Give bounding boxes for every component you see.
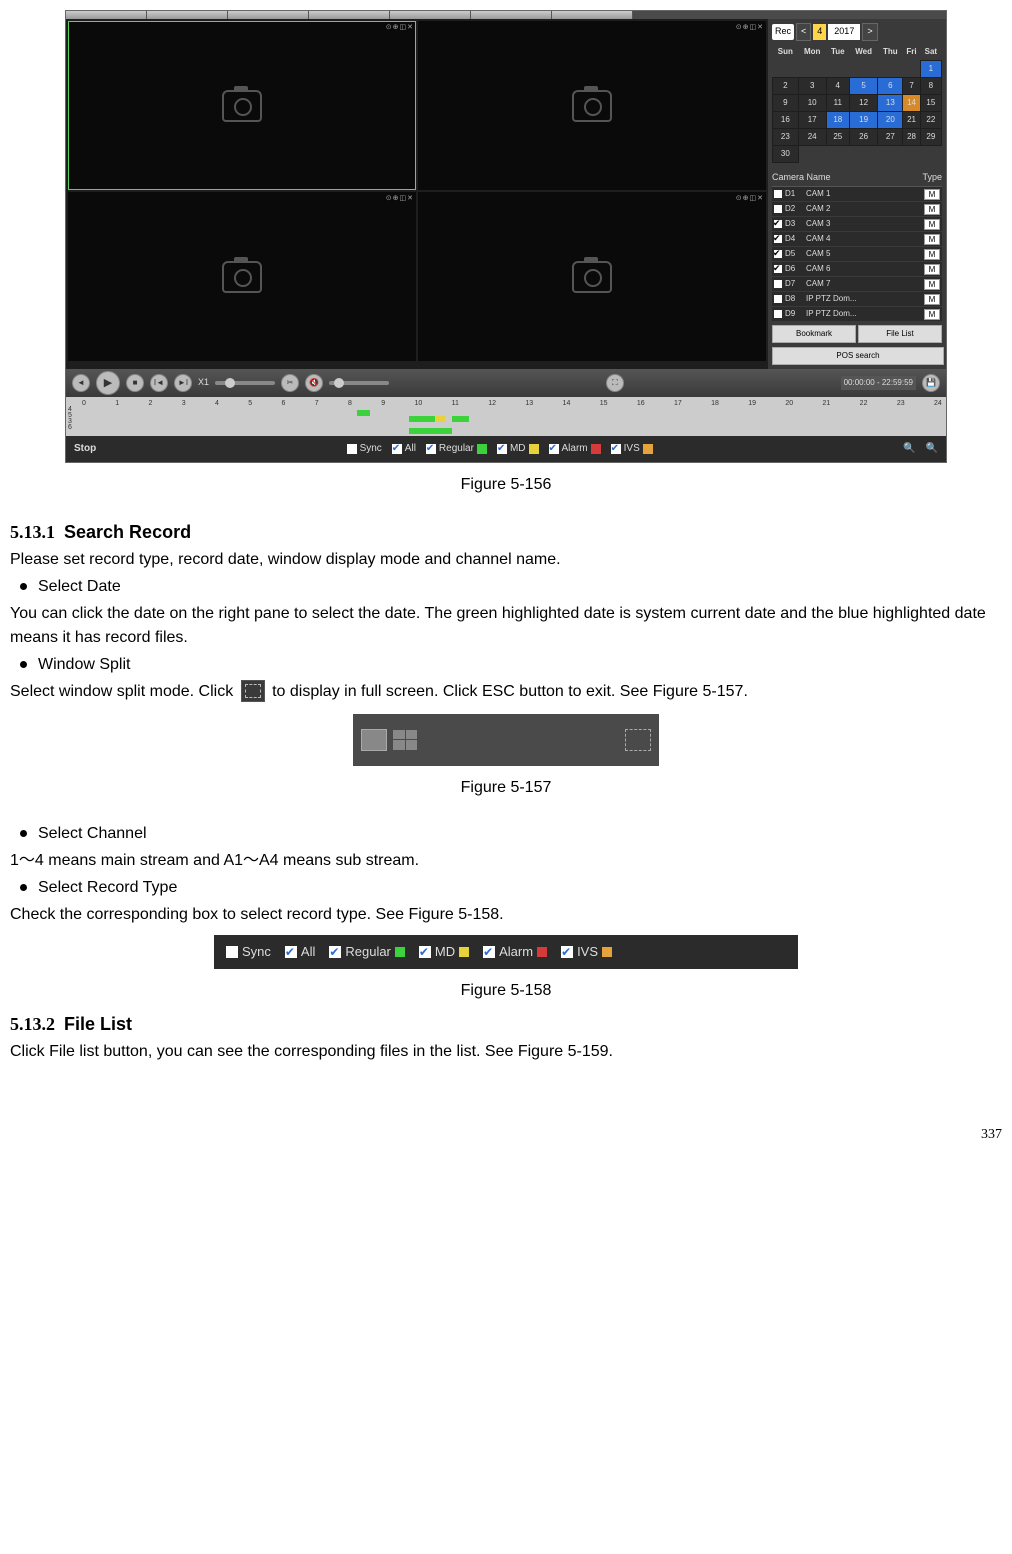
ivs-check[interactable]: IVS: [611, 441, 653, 456]
figure-caption-158: Figure 5-158: [10, 979, 1002, 1003]
step-fwd-button[interactable]: ►I: [174, 374, 192, 392]
speed-label: X1: [198, 376, 209, 390]
calendar[interactable]: SunMonTueWedThuFriSat 123456789101112131…: [772, 44, 942, 163]
camera-row[interactable]: D2CAM 2M: [772, 202, 942, 216]
section-text: 1～4 means main stream and A1～A4 means su…: [10, 849, 1002, 873]
mute-button[interactable]: 🔇: [305, 374, 323, 392]
bullet-window-split: Window Split: [10, 653, 1002, 677]
all-check[interactable]: All: [392, 441, 416, 456]
stop-button[interactable]: ■: [126, 374, 144, 392]
md-check[interactable]: MD: [419, 942, 469, 962]
sync-check[interactable]: Sync: [226, 942, 271, 962]
section-text: Check the corresponding box to select re…: [10, 903, 1002, 927]
fullscreen-button[interactable]: ⛶: [606, 374, 624, 392]
zoom-out-icon[interactable]: 🔍: [926, 441, 938, 456]
fullscreen-icon: [241, 680, 265, 702]
next-month-button[interactable]: >: [862, 23, 877, 41]
pos-search-button[interactable]: POS search: [772, 347, 944, 365]
month-field[interactable]: 4: [813, 24, 826, 40]
top-tabs: [66, 11, 946, 19]
video-pane-2[interactable]: ⊙⊕◫✕: [418, 21, 766, 190]
alarm-check[interactable]: Alarm: [549, 441, 601, 456]
prev-month-button[interactable]: <: [796, 23, 811, 41]
alarm-check[interactable]: Alarm: [483, 942, 547, 962]
camera-icon: [572, 90, 612, 122]
regular-check[interactable]: Regular: [329, 942, 405, 962]
section-text: Click File list button, you can see the …: [10, 1040, 1002, 1064]
speed-slider[interactable]: [215, 381, 275, 385]
footer-bar: Stop Sync All Regular MD Alarm IVS 🔍 🔍: [66, 436, 946, 462]
section-5-13-2-heading: 5.13.2 File List: [10, 1011, 1002, 1038]
md-check[interactable]: MD: [497, 441, 539, 456]
single-view-icon[interactable]: [361, 729, 387, 751]
camera-row[interactable]: D7CAM 7M: [772, 277, 942, 291]
timeline[interactable]: 0123456789101112131415161718192021222324…: [66, 397, 946, 436]
page-number: 337: [10, 1124, 1002, 1145]
right-side-panel: Rec < 4 2017 > SunMonTueWedThuFriSat 123…: [768, 19, 946, 369]
camera-type-header: Type: [922, 171, 942, 185]
file-list-button[interactable]: File List: [858, 325, 942, 343]
camera-icon: [222, 261, 262, 293]
camera-row[interactable]: D8IP PTZ Dom...M: [772, 292, 942, 306]
section-text: You can click the date on the right pane…: [10, 602, 1002, 650]
sync-check[interactable]: Sync: [347, 441, 382, 456]
section-5-13-1-heading: 5.13.1 Search Record: [10, 519, 1002, 546]
camera-row[interactable]: D6CAM 6M: [772, 262, 942, 276]
rec-label: Rec: [772, 24, 794, 40]
regular-check[interactable]: Regular: [426, 441, 487, 456]
all-check[interactable]: All: [285, 942, 315, 962]
camera-row[interactable]: D5CAM 5M: [772, 247, 942, 261]
bullet-select-record-type: Select Record Type: [10, 876, 1002, 900]
video-pane-4[interactable]: ⊙⊕◫✕: [418, 192, 766, 361]
video-pane-1[interactable]: ⊙⊕◫✕: [68, 21, 416, 190]
video-pane-3[interactable]: ⊙⊕◫✕: [68, 192, 416, 361]
camera-name-header: Camera Name: [772, 171, 831, 185]
camera-row[interactable]: D4CAM 4M: [772, 232, 942, 246]
camera-icon: [222, 90, 262, 122]
prev-button[interactable]: ◄: [72, 374, 90, 392]
camera-row[interactable]: D9IP PTZ Dom...M: [772, 307, 942, 321]
bookmark-button[interactable]: Bookmark: [772, 325, 856, 343]
figure-caption-156: Figure 5-156: [10, 473, 1002, 497]
year-field[interactable]: 2017: [828, 24, 860, 40]
figure-caption-157: Figure 5-157: [10, 776, 1002, 800]
play-button[interactable]: ▶: [96, 371, 120, 395]
section-text: Please set record type, record date, win…: [10, 548, 1002, 572]
ivs-check[interactable]: IVS: [561, 942, 612, 962]
camera-row[interactable]: D1CAM 1M: [772, 187, 942, 201]
section-text: Select window split mode. Click to displ…: [10, 680, 1002, 704]
fullscreen-icon[interactable]: [625, 729, 651, 751]
clip-button[interactable]: 💾: [922, 374, 940, 392]
video-pane-area: ⊙⊕◫✕ ⊙⊕◫✕ ⊙⊕◫✕ ⊙⊕◫✕: [66, 19, 768, 369]
camera-row[interactable]: D3CAM 3M: [772, 217, 942, 231]
camera-list: D1CAM 1MD2CAM 2MD3CAM 3MD4CAM 4MD5CAM 5M…: [772, 187, 942, 321]
quad-view-icon[interactable]: [393, 730, 417, 750]
bullet-select-channel: Select Channel: [10, 822, 1002, 846]
figure-158-image: Sync All Regular MD Alarm IVS: [214, 935, 798, 969]
playback-bar: ◄ ▶ ■ I◄ ►I X1 ✂ 🔇 ⛶ 00:00:00 - 22:59:59…: [66, 369, 946, 397]
zoom-in-icon[interactable]: 🔍: [903, 441, 915, 456]
figure-157-image: [353, 714, 659, 766]
volume-slider[interactable]: [329, 381, 389, 385]
camera-icon: [572, 261, 612, 293]
snapshot-button[interactable]: ✂: [281, 374, 299, 392]
stop-label: Stop: [74, 441, 96, 456]
bullet-select-date: Select Date: [10, 575, 1002, 599]
playback-app-screenshot: ⊙⊕◫✕ ⊙⊕◫✕ ⊙⊕◫✕ ⊙⊕◫✕ Rec < 4 2017 > SunMo…: [65, 10, 947, 463]
time-range: 00:00:00 - 22:59:59: [841, 376, 916, 390]
step-button[interactable]: I◄: [150, 374, 168, 392]
